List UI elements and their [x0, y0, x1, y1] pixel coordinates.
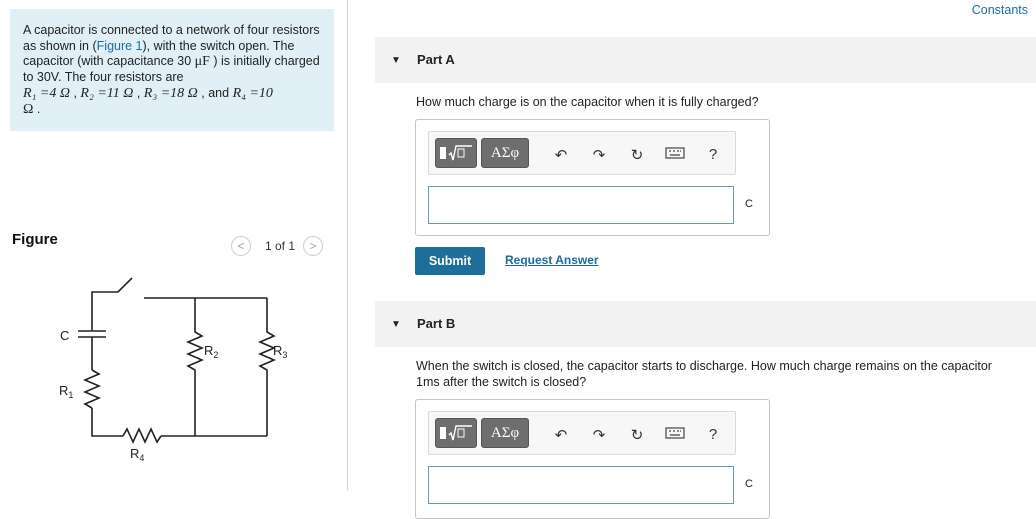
- r2-resistor: [185, 298, 205, 436]
- pager-text: 1 of 1: [265, 239, 296, 253]
- capacitance-unit: μF: [194, 54, 210, 70]
- r1-value: R₁ =4 Ω: [23, 85, 70, 101]
- chevron-right-icon: >: [309, 239, 317, 253]
- figure-pager: < 1 of 1 >: [231, 234, 324, 258]
- figure-heading: Figure: [12, 231, 58, 248]
- keyboard-icon[interactable]: [665, 426, 685, 444]
- figure-link[interactable]: Figure 1: [97, 39, 143, 53]
- part-b-header[interactable]: ▼ Part B: [375, 301, 1036, 347]
- reset-icon[interactable]: ↻: [627, 146, 647, 164]
- r4-label: R4: [130, 446, 144, 463]
- part-b-question-line: When the switch is closed, the capacitor…: [416, 359, 992, 373]
- reset-icon[interactable]: ↻: [627, 426, 647, 444]
- r1-resistor: [82, 369, 102, 409]
- greek-symbols-button[interactable]: ΑΣφ: [481, 418, 529, 448]
- ohm-unit: Ω: [23, 101, 34, 117]
- submit-button[interactable]: Submit: [415, 247, 485, 275]
- redo-icon[interactable]: ↷: [589, 426, 609, 444]
- templates-button[interactable]: [435, 138, 477, 168]
- caret-down-icon: ▼: [391, 319, 401, 330]
- templates-icon: [440, 145, 472, 161]
- greek-symbols-button[interactable]: ΑΣφ: [481, 138, 529, 168]
- part-b-title: Part B: [417, 316, 456, 331]
- left-panel: A capacitor is connected to a network of…: [0, 0, 348, 490]
- part-b-question: When the switch is closed, the capacitor…: [416, 358, 992, 390]
- undo-icon[interactable]: ↶: [551, 146, 571, 164]
- r4-value: R₄ =10: [232, 85, 273, 101]
- part-b-question-line: 1ms after the switch is closed?: [416, 375, 587, 389]
- r3-value: R₃ =18 Ω: [143, 85, 198, 101]
- part-a-answer-box: ΑΣφ ↶ ↷ ↻ ? C: [415, 119, 770, 236]
- part-a-unit: C: [745, 198, 753, 210]
- next-figure-button[interactable]: >: [303, 236, 324, 256]
- keyboard-icon[interactable]: [665, 146, 685, 164]
- prev-figure-button[interactable]: <: [231, 236, 251, 256]
- r2-value: R₂ =11 Ω: [80, 85, 134, 101]
- math-toolbar: ΑΣφ ↶ ↷ ↻ ?: [428, 131, 736, 175]
- circuit-diagram: C R1 R2 R3 R4: [59, 277, 287, 463]
- caret-down-icon: ▼: [391, 55, 401, 66]
- capacitor-plates: [78, 330, 106, 338]
- part-a-question: How much charge is on the capacitor when…: [416, 95, 759, 109]
- request-answer-link[interactable]: Request Answer: [505, 253, 599, 267]
- help-icon[interactable]: ?: [703, 426, 723, 443]
- templates-button[interactable]: [435, 418, 477, 448]
- problem-text: and: [208, 85, 230, 100]
- part-b-unit: C: [745, 478, 753, 490]
- part-a-header[interactable]: ▼ Part A: [375, 37, 1036, 83]
- part-a-title: Part A: [417, 52, 455, 67]
- r1-label: R1: [59, 383, 73, 400]
- part-a-answer-input[interactable]: [428, 186, 734, 224]
- undo-icon[interactable]: ↶: [551, 426, 571, 444]
- r3-label: R3: [273, 343, 287, 360]
- r4-resistor: [122, 427, 162, 444]
- r2-label: R2: [204, 343, 218, 360]
- chevron-left-icon: <: [237, 239, 245, 253]
- c-label: C: [60, 328, 69, 343]
- greek-symbols-icon: ΑΣφ: [490, 144, 520, 161]
- switch: [91, 277, 133, 298]
- greek-symbols-icon: ΑΣφ: [490, 424, 520, 441]
- templates-icon: [440, 425, 472, 441]
- part-b-answer-input[interactable]: [428, 466, 734, 504]
- help-icon[interactable]: ?: [703, 146, 723, 163]
- math-toolbar: ΑΣφ ↶ ↷ ↻ ?: [428, 411, 736, 455]
- r3-resistor: [257, 298, 277, 436]
- part-b-answer-box: ΑΣφ ↶ ↷ ↻ ? C: [415, 399, 770, 519]
- redo-icon[interactable]: ↷: [589, 146, 609, 164]
- constants-link[interactable]: Constants: [972, 3, 1028, 17]
- bottom-left-wire: [91, 408, 123, 437]
- problem-statement: A capacitor is connected to a network of…: [10, 9, 334, 131]
